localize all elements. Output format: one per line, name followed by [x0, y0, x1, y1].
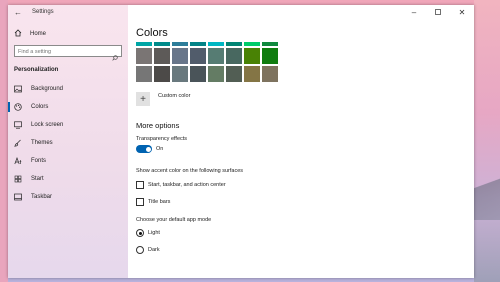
font-icon	[14, 156, 22, 165]
radio-dark[interactable]: Dark	[136, 246, 160, 254]
sidebar-nav: Background Colors Lock screen Themes Fon…	[8, 80, 128, 206]
lock-screen-icon	[14, 121, 22, 129]
plus-icon: +	[136, 92, 150, 106]
color-swatch[interactable]	[154, 48, 170, 64]
section-label-personalization: Personalization	[14, 67, 59, 73]
sidebar-item-label: Start	[31, 176, 44, 182]
transparency-label: Transparency effects	[136, 136, 188, 142]
taskbar-icon	[14, 193, 22, 201]
sidebar-item-start[interactable]: Start	[8, 170, 128, 188]
color-swatch[interactable]	[262, 48, 278, 64]
radio-label: Light	[148, 230, 160, 236]
color-swatch[interactable]	[244, 66, 260, 82]
checkbox[interactable]	[136, 181, 144, 189]
color-swatch[interactable]	[244, 48, 260, 64]
color-swatch[interactable]	[190, 48, 206, 64]
toggle-knob	[145, 146, 151, 152]
color-swatch[interactable]	[172, 66, 188, 82]
checkbox-label: Title bars	[148, 199, 171, 205]
sidebar-item-label: Themes	[31, 140, 53, 146]
search-icon[interactable]	[112, 48, 118, 66]
app-mode-label: Choose your default app mode	[136, 217, 212, 223]
back-arrow-icon[interactable]: ←	[14, 8, 22, 17]
brush-icon	[13, 139, 22, 147]
accent-color-strip	[190, 42, 206, 46]
desktop-mountain	[474, 160, 500, 220]
desktop-background-left	[0, 0, 8, 282]
sidebar-item-label: Colors	[31, 104, 49, 110]
search-input[interactable]	[18, 47, 108, 56]
sidebar-item-lock-screen[interactable]: Lock screen	[8, 116, 128, 134]
color-swatch[interactable]	[208, 66, 224, 82]
radio-button[interactable]	[136, 229, 144, 237]
custom-color-button[interactable]: + Custom color	[136, 92, 190, 106]
sidebar-item-label: Fonts	[31, 158, 47, 164]
sidebar-item-background[interactable]: Background	[8, 80, 128, 98]
accent-color-strip	[226, 42, 242, 46]
accent-color-swatches	[136, 42, 278, 82]
color-swatch[interactable]	[154, 66, 170, 82]
accent-color-strip	[208, 42, 224, 46]
picture-icon	[14, 85, 22, 93]
home-nav-item[interactable]: Home	[14, 29, 46, 39]
main-content: Colors + Custom color More options Trans…	[136, 5, 474, 278]
sidebar-item-label: Lock screen	[31, 122, 64, 128]
accent-color-strip	[244, 42, 260, 46]
sidebar-item-label: Taskbar	[31, 194, 53, 200]
color-swatch[interactable]	[226, 48, 242, 64]
settings-window: ← Settings Home Personalization Backgrou…	[8, 5, 474, 278]
color-swatch[interactable]	[226, 66, 242, 82]
accent-color-strip	[154, 42, 170, 46]
page-title: Colors	[136, 27, 168, 39]
transparency-toggle[interactable]: On	[136, 145, 163, 153]
radio-light[interactable]: Light	[136, 229, 160, 237]
accent-color-strip	[136, 42, 152, 46]
color-swatch[interactable]	[190, 66, 206, 82]
color-swatch[interactable]	[262, 66, 278, 82]
checkbox-start-taskbar[interactable]: Start, taskbar, and action center	[136, 181, 226, 189]
sidebar-item-themes[interactable]: Themes	[8, 134, 128, 152]
sidebar-item-taskbar[interactable]: Taskbar	[8, 188, 128, 206]
accent-surfaces-label: Show accent color on the following surfa…	[136, 168, 244, 174]
custom-color-label: Custom color	[158, 92, 191, 99]
color-swatch[interactable]	[172, 48, 188, 64]
color-swatch[interactable]	[208, 48, 224, 64]
sidebar-item-fonts[interactable]: Fonts	[8, 152, 128, 170]
sidebar-item-label: Background	[31, 86, 64, 92]
window-title: Settings	[32, 9, 54, 15]
checkbox-title-bars[interactable]: Title bars	[136, 198, 170, 206]
radio-label: Dark	[148, 247, 160, 253]
checkbox[interactable]	[136, 198, 144, 206]
home-label: Home	[30, 31, 47, 37]
checkbox-label: Start, taskbar, and action center	[148, 182, 226, 188]
accent-color-strip	[172, 42, 188, 46]
search-box[interactable]	[14, 45, 122, 61]
palette-icon	[14, 103, 22, 111]
color-swatch[interactable]	[136, 66, 152, 82]
sidebar: ← Settings Home Personalization Backgrou…	[8, 5, 128, 278]
more-options-heading: More options	[136, 121, 180, 130]
home-icon	[14, 29, 22, 39]
toggle-state-label: On	[156, 146, 164, 152]
radio-button[interactable]	[136, 246, 144, 254]
toggle-switch[interactable]	[136, 145, 152, 153]
accent-color-strip	[262, 42, 278, 46]
desktop-background-right	[474, 0, 500, 282]
color-swatch[interactable]	[136, 48, 152, 64]
start-icon	[14, 175, 22, 183]
sidebar-item-colors[interactable]: Colors	[8, 98, 128, 116]
